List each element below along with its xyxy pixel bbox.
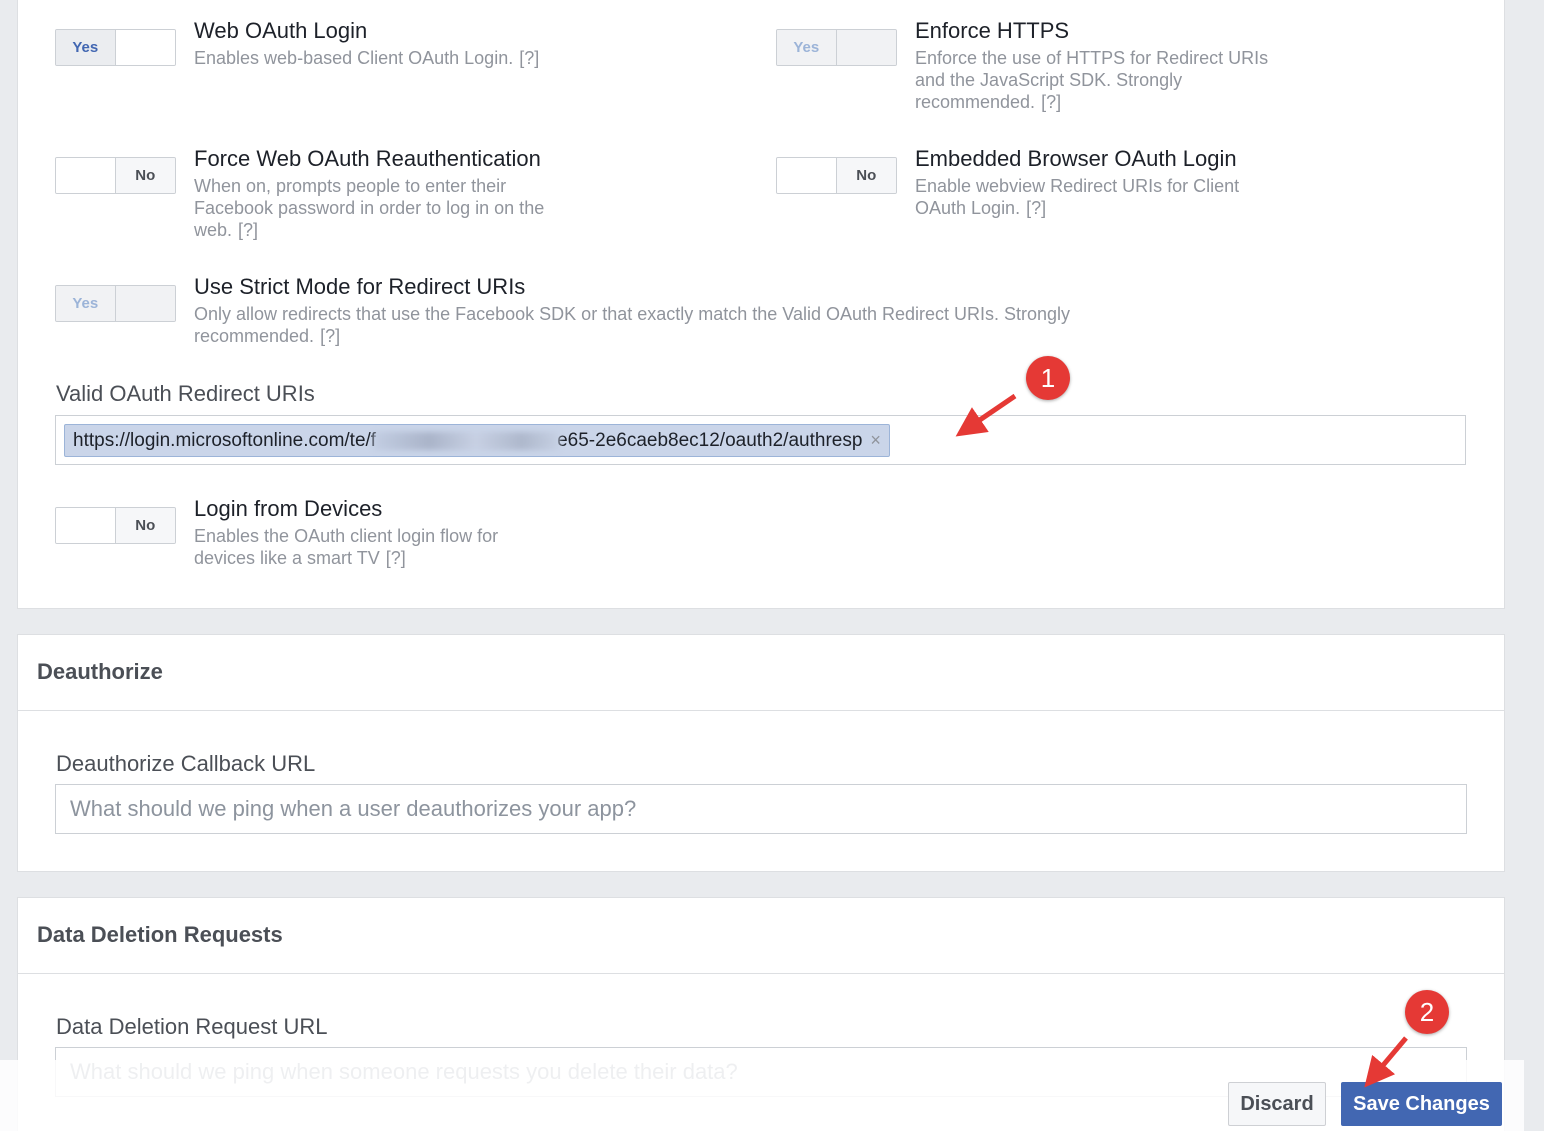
toggle-yes-label: Yes	[56, 286, 116, 321]
deauthorize-panel: Deauthorize Deauthorize Callback URL	[17, 634, 1505, 872]
enforce-https-description: Enforce the use of HTTPS for Redirect UR…	[915, 48, 1269, 112]
redirect-uri-suffix: e65-2e6caeb8ec12/oauth2/authresp	[557, 429, 863, 451]
force-reauth-title: Force Web OAuth Reauthentication	[194, 146, 541, 171]
web-oauth-login-toggle[interactable]: Yes	[55, 29, 176, 66]
force-reauth-toggle[interactable]: No	[55, 157, 176, 194]
save-changes-button[interactable]: Save Changes	[1341, 1082, 1502, 1126]
remove-tag-icon[interactable]: ×	[870, 430, 881, 451]
toggle-off-side	[836, 30, 896, 65]
deauthorize-heading: Deauthorize	[37, 659, 163, 684]
strict-mode-description: Only allow redirects that use the Facebo…	[194, 304, 1071, 346]
data-deletion-url-label: Data Deletion Request URL	[56, 1014, 328, 1039]
discard-button[interactable]: Discard	[1228, 1082, 1326, 1126]
force-reauth-description: When on, prompts people to enter their F…	[194, 176, 545, 240]
embedded-browser-title: Embedded Browser OAuth Login	[915, 146, 1237, 171]
embedded-browser-description: Enable webview Redirect URIs for Client …	[915, 176, 1240, 218]
toggle-on-side	[777, 158, 837, 193]
login-from-devices-title: Login from Devices	[194, 496, 383, 521]
help-link[interactable]: [?]	[320, 326, 340, 346]
toggle-off-side	[115, 286, 175, 321]
toggle-yes-label: Yes	[56, 30, 116, 65]
strict-mode-toggle[interactable]: Yes	[55, 285, 176, 322]
data-deletion-heading: Data Deletion Requests	[37, 922, 283, 947]
toggle-on-side	[56, 508, 116, 543]
redirect-uris-input[interactable]: https://login.microsoftonline.com/te/f e6…	[55, 415, 1466, 465]
deauthorize-callback-input[interactable]	[55, 784, 1467, 834]
help-link[interactable]: [?]	[519, 48, 539, 68]
enforce-https-toggle[interactable]: Yes	[776, 29, 897, 66]
toggle-no-label: No	[115, 508, 175, 543]
client-oauth-settings-panel: Yes Web OAuth Login Enables web-based Cl…	[17, 0, 1505, 609]
deauthorize-header: Deauthorize	[18, 635, 1504, 711]
callout-badge-1: 1	[1026, 356, 1070, 400]
redirect-uri-tag: https://login.microsoftonline.com/te/f e6…	[64, 424, 890, 457]
data-deletion-header: Data Deletion Requests	[18, 898, 1504, 974]
help-link[interactable]: [?]	[1026, 198, 1046, 218]
help-link[interactable]: [?]	[386, 548, 406, 568]
enforce-https-title: Enforce HTTPS	[915, 18, 1070, 43]
toggle-yes-label: Yes	[777, 30, 837, 65]
web-oauth-login-title: Web OAuth Login	[194, 18, 368, 43]
toggle-off-side	[115, 30, 175, 65]
callout-badge-2: 2	[1405, 990, 1449, 1034]
help-link[interactable]: [?]	[1041, 92, 1061, 112]
redirect-uris-label: Valid OAuth Redirect URIs	[56, 381, 315, 406]
strict-mode-title: Use Strict Mode for Redirect URIs	[194, 274, 526, 299]
redirect-uri-prefix: https://login.microsoftonline.com/te/f	[73, 429, 377, 451]
web-oauth-login-description: Enables web-based Client OAuth Login. [?]	[194, 48, 540, 68]
toggle-on-side	[56, 158, 116, 193]
deauthorize-callback-label: Deauthorize Callback URL	[56, 751, 316, 776]
toggle-no-label: No	[115, 158, 175, 193]
login-from-devices-toggle[interactable]: No	[55, 507, 176, 544]
embedded-browser-toggle[interactable]: No	[776, 157, 897, 194]
toggle-no-label: No	[836, 158, 896, 193]
redacted-text	[374, 431, 560, 450]
help-link[interactable]: [?]	[238, 220, 258, 240]
login-from-devices-description: Enables the OAuth client login flow for …	[194, 526, 499, 568]
